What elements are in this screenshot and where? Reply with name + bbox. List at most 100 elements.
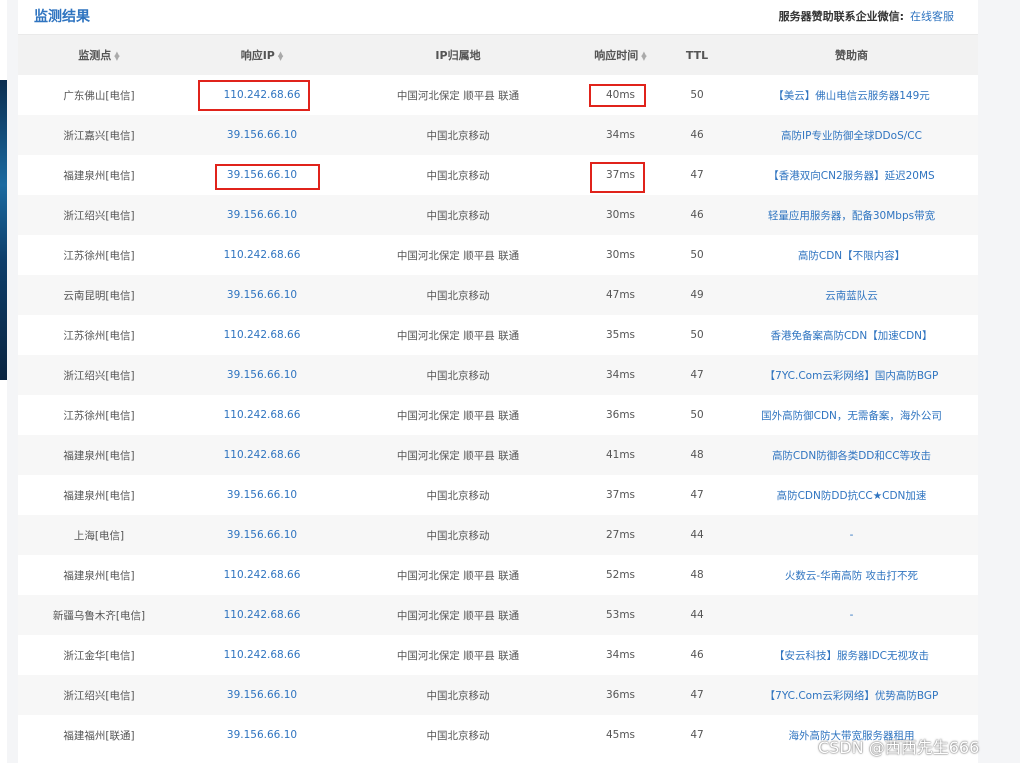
cell-ttl-text: 47 <box>690 729 704 741</box>
cell-response-time-text: 30ms <box>605 209 636 221</box>
cell-response-time: 27ms <box>572 515 669 555</box>
cell-location: 新疆乌鲁木齐[电信] <box>18 595 180 635</box>
cell-ttl-text: 47 <box>690 489 704 501</box>
cell-ip-text[interactable]: 39.156.66.10 <box>227 729 297 741</box>
cell-response-time-text: 27ms <box>605 529 636 541</box>
column-header-response-time[interactable]: 响应时间 ▲ ▼ <box>572 35 669 75</box>
cell-sponsor-text[interactable]: 【安云科技】服务器IDC无视攻击 <box>774 650 929 662</box>
results-panel: 监测结果 服务器赞助联系企业微信: 在线客服 监测点 ▲ ▼ 响应IP ▲ ▼ IP归属地… <box>18 0 978 763</box>
cell-location-text: 广东佛山[电信] <box>63 89 135 102</box>
cell-ip-location-text: 中国北京移动 <box>426 289 490 302</box>
cell-location-text: 浙江嘉兴[电信] <box>63 129 135 142</box>
online-service-link[interactable]: 在线客服 <box>910 10 954 23</box>
cell-sponsor-text[interactable]: - <box>850 529 854 541</box>
cell-ttl-text: 50 <box>690 89 704 101</box>
cell-ip-text[interactable]: 110.242.68.66 <box>224 649 301 661</box>
cell-ttl-text: 44 <box>690 609 704 621</box>
cell-ip-text[interactable]: 110.242.68.66 <box>224 249 301 261</box>
cell-location-text: 浙江绍兴[电信] <box>63 689 135 702</box>
cell-ip-text[interactable]: 110.242.68.66 <box>224 609 301 621</box>
cell-sponsor-text[interactable]: 云南蓝队云 <box>825 290 878 302</box>
column-header-ip[interactable]: 响应IP ▲ ▼ <box>180 35 344 75</box>
cell-ip-text[interactable]: 110.242.68.66 <box>224 569 301 581</box>
cell-sponsor-text[interactable]: 国外高防御CDN，无需备案，海外公司 <box>761 410 942 422</box>
cell-ip-location-text: 中国北京移动 <box>426 489 490 502</box>
cell-sponsor-text[interactable]: 高防CDN防DD抗CC★CDN加速 <box>777 490 927 502</box>
cell-ip-location-text: 中国北京移动 <box>426 529 490 542</box>
table-row: 浙江绍兴[电信] 39.156.66.10 中国北京移动 30ms 46 轻量应用服务器，… <box>18 195 978 235</box>
column-header-ip-location: IP归属地 <box>344 35 572 75</box>
cell-ip-location: 中国河北保定 顺平县 联通 <box>344 75 572 115</box>
cell-ip-text[interactable]: 39.156.66.10 <box>227 289 297 301</box>
cell-ip: 39.156.66.10 <box>180 195 344 235</box>
cell-location-text: 江苏徐州[电信] <box>63 409 135 422</box>
cell-ttl-text: 48 <box>690 569 704 581</box>
cell-ttl: 48 <box>669 555 725 595</box>
cell-location: 福建泉州[电信] <box>18 555 180 595</box>
column-header-location[interactable]: 监测点 ▲ ▼ <box>18 35 180 75</box>
cell-ip-text[interactable]: 39.156.66.10 <box>227 369 297 381</box>
cell-ip: 39.156.66.10 <box>180 475 344 515</box>
cell-sponsor-text[interactable]: 【香港双向CN2服务器】延迟20MS <box>768 170 934 182</box>
cell-sponsor-text[interactable]: 【7YC.Com云彩网络】优势高防BGP <box>765 690 939 702</box>
cell-sponsor-text[interactable]: - <box>850 609 854 621</box>
csdn-watermark: CSDN @西西先生666 <box>818 738 980 757</box>
cell-ttl: 44 <box>669 595 725 635</box>
cell-ip-location: 中国北京移动 <box>344 195 572 235</box>
cell-sponsor-text[interactable]: 香港免备案高防CDN【加速CDN】 <box>770 330 932 342</box>
cell-ip-text[interactable]: 110.242.68.66 <box>224 329 301 341</box>
cell-ttl-text: 46 <box>690 209 704 221</box>
cell-ip-location: 中国河北保定 顺平县 联通 <box>344 595 572 635</box>
column-header-sponsor-label: 赞助商 <box>835 49 868 62</box>
cell-ttl-text: 47 <box>690 169 704 181</box>
cell-ip-text[interactable]: 110.242.68.66 <box>224 89 301 101</box>
cell-ip: 110.242.68.66 <box>180 395 344 435</box>
cell-location: 云南昆明[电信] <box>18 275 180 315</box>
table-row: 福建泉州[电信] 39.156.66.10 中国北京移动 37ms 47 高防CDN防DD… <box>18 475 978 515</box>
cell-ip-location-text: 中国河北保定 顺平县 联通 <box>396 449 520 462</box>
cell-ip-text[interactable]: 39.156.66.10 <box>227 529 297 541</box>
cell-sponsor: - <box>725 515 978 555</box>
cell-response-time-text: 52ms <box>605 569 636 581</box>
page-right-margin <box>978 0 1020 763</box>
cell-sponsor-text[interactable]: 高防CDN【不限内容】 <box>798 250 905 262</box>
cell-sponsor-text[interactable]: 【7YC.Com云彩网络】国内高防BGP <box>765 370 939 382</box>
cell-ip-text[interactable]: 110.242.68.66 <box>224 449 301 461</box>
sort-icon[interactable]: ▲ ▼ <box>641 51 646 62</box>
cell-ip-location-text: 中国河北保定 顺平县 联通 <box>396 649 520 662</box>
sort-icon[interactable]: ▲ ▼ <box>278 51 283 62</box>
cell-ip: 110.242.68.66 <box>180 435 344 475</box>
cell-ip-text[interactable]: 39.156.66.10 <box>227 169 297 181</box>
cell-ip-location: 中国河北保定 顺平县 联通 <box>344 435 572 475</box>
cell-response-time: 45ms <box>572 715 669 755</box>
cell-ip-text[interactable]: 110.242.68.66 <box>224 409 301 421</box>
table-header-row: 监测点 ▲ ▼ 响应IP ▲ ▼ IP归属地 响应时间 ▲ ▼ TTL 赞助商 <box>18 35 978 75</box>
cell-ip-text[interactable]: 39.156.66.10 <box>227 129 297 141</box>
cell-sponsor-text[interactable]: 高防IP专业防御全球DDoS/CC <box>781 130 922 142</box>
cell-response-time: 34ms <box>572 115 669 155</box>
cell-ip: 39.156.66.10 <box>180 675 344 715</box>
cell-ip-text[interactable]: 39.156.66.10 <box>227 489 297 501</box>
cell-ttl-text: 48 <box>690 449 704 461</box>
cell-location: 江苏徐州[电信] <box>18 235 180 275</box>
sort-icon[interactable]: ▲ ▼ <box>114 51 119 62</box>
cell-sponsor-text[interactable]: 【美云】佛山电信云服务器149元 <box>773 90 930 102</box>
panel-header: 监测结果 服务器赞助联系企业微信: 在线客服 <box>18 0 978 35</box>
cell-ip: 39.156.66.10 <box>180 515 344 555</box>
cell-response-time-text: 47ms <box>605 289 636 301</box>
cell-sponsor: - <box>725 595 978 635</box>
cell-sponsor-text[interactable]: 高防CDN防御各类DD和CC等攻击 <box>772 450 931 462</box>
cell-sponsor-text[interactable]: 火数云-华南高防 攻击打不死 <box>785 570 918 582</box>
cell-sponsor-text[interactable]: 轻量应用服务器，配备30Mbps带宽 <box>768 210 935 222</box>
cell-response-time: 36ms <box>572 395 669 435</box>
cell-sponsor: 高防CDN防DD抗CC★CDN加速 <box>725 475 978 515</box>
cell-location: 浙江绍兴[电信] <box>18 355 180 395</box>
cell-response-time: 40ms <box>572 75 669 115</box>
cell-ttl: 50 <box>669 315 725 355</box>
cell-response-time: 34ms <box>572 355 669 395</box>
cell-location-text: 云南昆明[电信] <box>63 289 135 302</box>
cell-sponsor: 云南蓝队云 <box>725 275 978 315</box>
cell-ip-text[interactable]: 39.156.66.10 <box>227 689 297 701</box>
cell-ip-text[interactable]: 39.156.66.10 <box>227 209 297 221</box>
cell-ip-location-text: 中国河北保定 顺平县 联通 <box>396 569 520 582</box>
